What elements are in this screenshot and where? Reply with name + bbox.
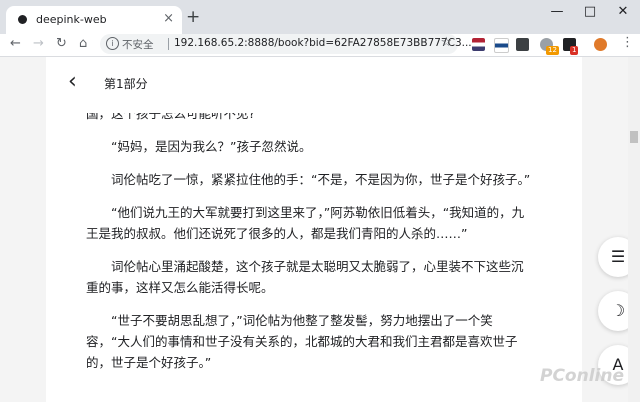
- tab-close-icon[interactable]: ×: [163, 11, 174, 26]
- back-chevron-icon[interactable]: ‹: [68, 69, 77, 95]
- minimize-button[interactable]: —: [548, 4, 566, 19]
- watermark: PConline: [540, 366, 625, 386]
- flag-extension-icon[interactable]: [472, 38, 485, 51]
- home-icon[interactable]: ⌂: [79, 36, 87, 51]
- new-tab-button[interactable]: +: [186, 8, 200, 26]
- browser-toolbar: ← → ↻ ⌂ i 不安全 192.168.65.2:8888/book?bid…: [0, 34, 640, 57]
- translate-extension-icon[interactable]: [494, 38, 509, 53]
- info-icon[interactable]: i: [106, 37, 119, 50]
- chapter-title: 第1部分: [104, 77, 148, 91]
- paragraph: “世子不要胡思乱想了，”词伦帖为他整了整发髻，努力地摆出了一个笑容，“大人们的事…: [86, 313, 518, 370]
- reader-panel: 国，这个孩子怎么可能听不见? “妈妈，是因为我么？”孩子忽然说。 词伦帖吃了一惊…: [46, 57, 582, 402]
- reader-header: ‹ 第1部分: [46, 57, 582, 113]
- paragraph: 词伦帖心里涌起酸楚，这个孩子就是太聪明又太脆弱了，心里装不下这些沉重的事，这样又…: [86, 259, 524, 295]
- tab-strip: deepink-web × + — □ ✕: [0, 0, 640, 34]
- dark-extension-icon[interactable]: [516, 38, 529, 51]
- tab-title: deepink-web: [36, 13, 107, 26]
- menu-icon: ☰: [610, 247, 626, 266]
- maximize-button[interactable]: □: [581, 4, 599, 19]
- paragraph: 词伦帖吃了一惊，紧紧拉住他的手：“不是，不是因为你，世子是个好孩子。”: [111, 172, 531, 187]
- menu-kebab-icon[interactable]: ⋮: [621, 35, 634, 50]
- extension-badge: 12: [546, 46, 559, 55]
- divider: [168, 38, 169, 50]
- tab-favicon-icon: [18, 15, 27, 24]
- back-arrow-icon[interactable]: ←: [10, 36, 21, 51]
- security-label[interactable]: 不安全: [122, 37, 154, 52]
- paragraph: “他们说九王的大军就要打到这里来了，”阿苏勒依旧低着头，“我知道的，九王是我的叔…: [86, 205, 525, 241]
- moon-icon: ☽: [610, 301, 626, 320]
- bookmark-star-icon[interactable]: ☆: [440, 35, 452, 50]
- chapter-content: 国，这个孩子怎么可能听不见? “妈妈，是因为我么？”孩子忽然说。 词伦帖吃了一惊…: [86, 103, 534, 385]
- url-text[interactable]: 192.168.65.2:8888/book?bid=62FA27858E73B…: [174, 37, 472, 49]
- paragraph: “妈妈，是因为我么？”孩子忽然说。: [111, 139, 312, 154]
- close-window-button[interactable]: ✕: [614, 4, 632, 19]
- page-area: 国，这个孩子怎么可能听不见? “妈妈，是因为我么？”孩子忽然说。 词伦帖吃了一惊…: [0, 57, 640, 402]
- forward-arrow-icon[interactable]: →: [33, 36, 44, 51]
- scrollbar[interactable]: [628, 57, 640, 402]
- reload-icon[interactable]: ↻: [56, 36, 67, 51]
- profile-avatar[interactable]: [594, 38, 607, 51]
- address-bar[interactable]: i 不安全 192.168.65.2:8888/book?bid=62FA278…: [100, 34, 472, 54]
- extension-badge: 1: [570, 46, 579, 55]
- browser-tab[interactable]: deepink-web ×: [6, 6, 182, 34]
- scrollbar-thumb[interactable]: [630, 131, 638, 143]
